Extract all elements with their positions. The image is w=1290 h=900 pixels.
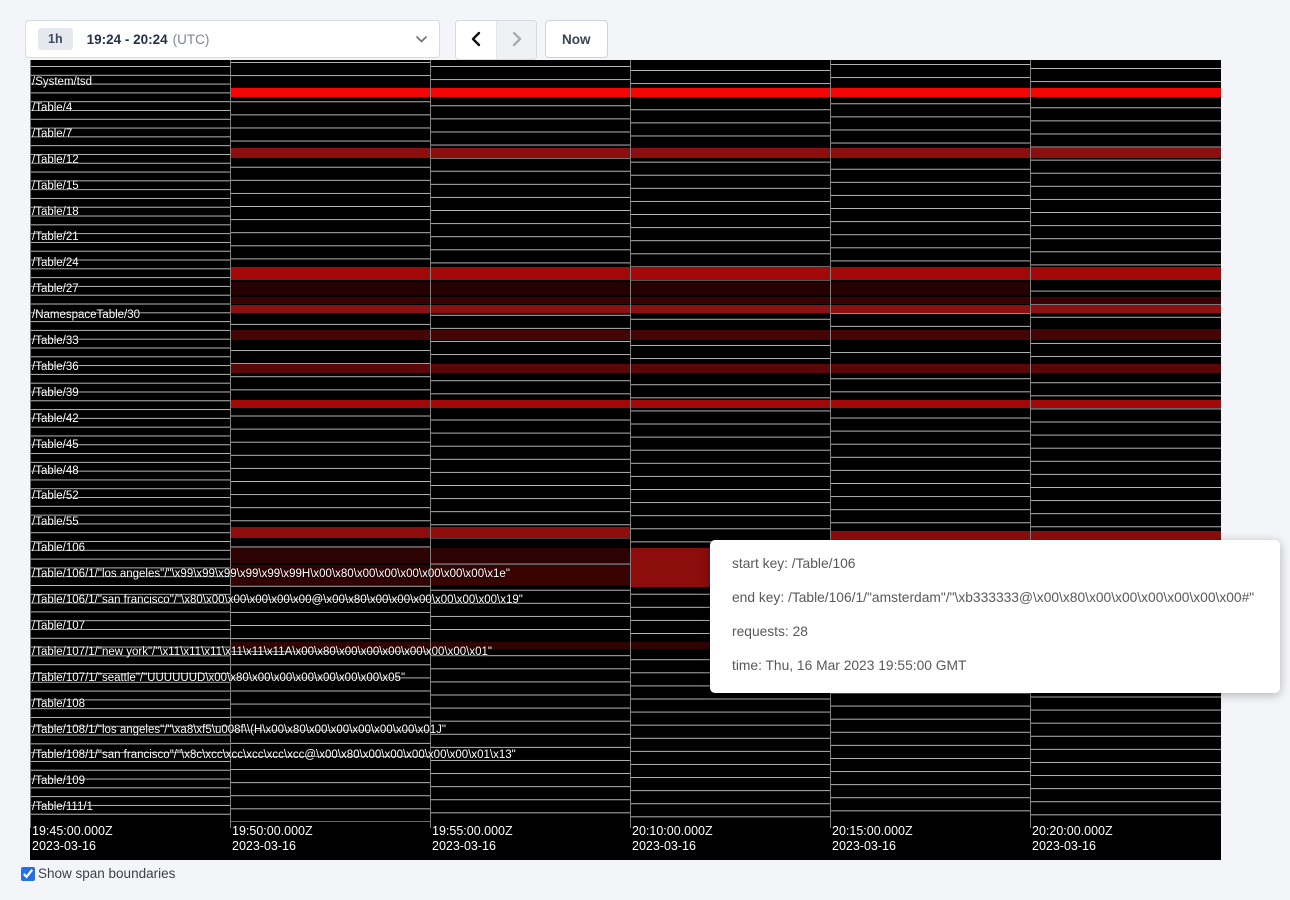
row-label: /Table/55 (32, 516, 79, 529)
row-label: /Table/45 (32, 439, 79, 452)
tooltip-start-key: start key: /Table/106 (732, 556, 1280, 571)
axis-tick-label: 20:10:00.000Z2023-03-16 (632, 824, 713, 854)
row-label: /Table/33 (32, 335, 79, 348)
axis-tick-label: 19:45:00.000Z2023-03-16 (32, 824, 113, 854)
tooltip-end-key: end key: /Table/106/1/"amsterdam"/"\xb33… (732, 590, 1280, 605)
row-label: /Table/107 (32, 620, 85, 633)
axis-tick-label: 19:55:00.000Z2023-03-16 (432, 824, 513, 854)
row-label: /Table/4 (32, 102, 72, 115)
row-label: /Table/106/1/"los angeles"/"\x99\x99\x99… (32, 568, 510, 581)
row-label: /Table/109 (32, 775, 85, 788)
time-grid-line (430, 60, 431, 828)
span-boundary-column (830, 60, 1030, 822)
heatmap-band (230, 297, 1221, 304)
heatmap-band (230, 364, 1221, 373)
axis-tick-label: 20:15:00.000Z2023-03-16 (832, 824, 913, 854)
chevron-down-icon (416, 36, 427, 43)
time-range-label: 19:24 - 20:24 (87, 32, 168, 47)
time-range-duration-badge: 1h (38, 28, 73, 50)
time-next-button[interactable] (496, 21, 536, 59)
tooltip-requests: requests: 28 (732, 624, 1280, 639)
time-grid-line (830, 60, 831, 828)
heatmap-band (230, 330, 1221, 340)
show-span-boundaries-label: Show span boundaries (38, 866, 175, 881)
row-label: /Table/21 (32, 231, 79, 244)
row-label: /Table/39 (32, 387, 79, 400)
row-label: /Table/48 (32, 465, 79, 478)
chevron-right-icon (511, 31, 523, 50)
row-label: /Table/111/1 (32, 801, 93, 814)
time-grid-line (230, 60, 231, 828)
time-grid-line (30, 60, 31, 828)
row-label: /Table/107/1/"new york"/"\x11\x11\x11\x1… (32, 646, 492, 659)
row-label: /NamespaceTable/30 (32, 309, 140, 322)
show-span-boundaries[interactable]: Show span boundaries (21, 866, 175, 881)
heatmap-band (230, 88, 1221, 97)
row-label: /Table/36 (32, 361, 79, 374)
row-label: /Table/12 (32, 154, 79, 167)
row-label: /Table/52 (32, 490, 79, 503)
row-label: /Table/106 (32, 542, 85, 555)
row-label: /Table/24 (32, 257, 79, 270)
key-visualizer-canvas[interactable]: /System/tsd/Table/4/Table/7/Table/12/Tab… (30, 60, 1221, 860)
span-boundary-column (630, 60, 830, 822)
heatmap-band (630, 548, 710, 587)
row-label: /Table/27 (32, 283, 79, 296)
axis-tick-label: 20:20:00.000Z2023-03-16 (1032, 824, 1113, 854)
chevron-left-icon (470, 31, 482, 50)
time-prev-button[interactable] (456, 21, 496, 59)
span-boundary-column (430, 60, 630, 822)
row-label: /Table/108/1/"los angeles"/"\xa8\xf5\u00… (32, 724, 446, 737)
heatmap-band (230, 267, 1221, 280)
heatmap-band (230, 148, 1221, 158)
span-tooltip: start key: /Table/106 end key: /Table/10… (710, 540, 1280, 693)
now-button[interactable]: Now (545, 20, 608, 58)
row-label: /Table/7 (32, 128, 72, 141)
span-boundary-column (230, 60, 430, 822)
row-label: /Table/18 (32, 206, 79, 219)
row-label: /Table/42 (32, 413, 79, 426)
time-range-selector[interactable]: 1h 19:24 - 20:24 (UTC) (25, 20, 440, 58)
row-label: /Table/107/1/"seattle"/"UUUUUUD\x00\x80\… (32, 672, 405, 685)
time-range-timezone: (UTC) (173, 32, 210, 47)
time-grid-line (630, 60, 631, 828)
time-nav-buttons (455, 20, 537, 60)
tooltip-time: time: Thu, 16 Mar 2023 19:55:00 GMT (732, 658, 1280, 673)
heatmap-band (230, 305, 1221, 313)
axis-tick-label: 19:50:00.000Z2023-03-16 (232, 824, 313, 854)
row-label: /Table/108 (32, 698, 85, 711)
heatmap-band (230, 400, 1221, 408)
show-span-boundaries-checkbox[interactable] (21, 867, 35, 881)
row-label: /System/tsd (32, 76, 92, 89)
time-grid-line (1030, 60, 1031, 828)
span-boundary-column (1030, 60, 1221, 822)
row-label: /Table/108/1/"san francisco"/"\x8c\xcc\x… (32, 749, 516, 762)
row-label: /Table/106/1/"san francisco"/"\x80\x00\x… (32, 594, 523, 607)
row-label: /Table/15 (32, 180, 79, 193)
